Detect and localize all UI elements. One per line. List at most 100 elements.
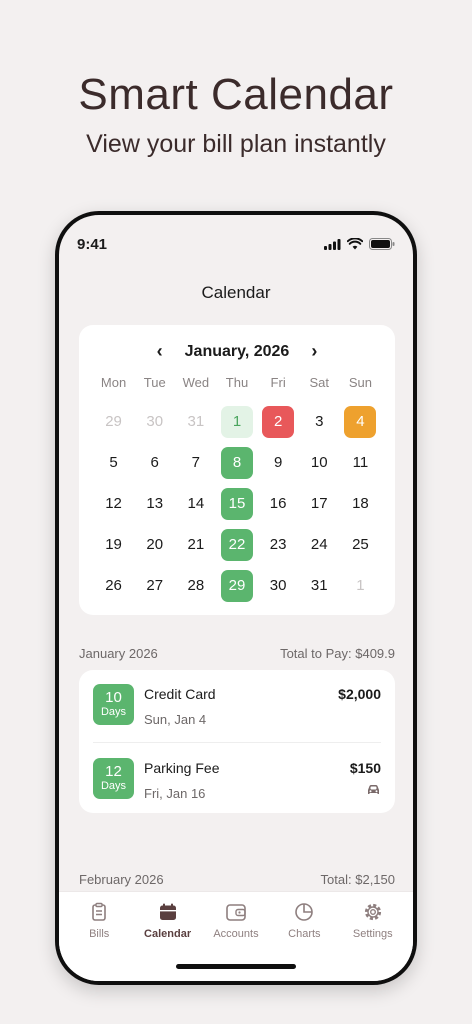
tab-settings[interactable]: Settings: [342, 902, 404, 940]
tab-calendar[interactable]: Calendar: [137, 902, 199, 940]
calendar-day[interactable]: 2: [258, 401, 299, 442]
day-number: 20: [146, 536, 164, 553]
day-number: 16: [269, 495, 287, 512]
chevron-left-icon[interactable]: ‹: [157, 341, 163, 362]
day-number: 29: [220, 569, 253, 602]
home-indicator: [176, 964, 296, 969]
hero-subtitle: View your bill plan instantly: [86, 130, 386, 158]
tab-accounts[interactable]: Accounts: [205, 902, 267, 940]
section-total: Total to Pay: $409.9: [280, 646, 395, 661]
calendar-day[interactable]: 16: [258, 483, 299, 524]
calendar-day[interactable]: 19: [93, 524, 134, 565]
chevron-right-icon[interactable]: ›: [311, 341, 317, 362]
day-number: 21: [187, 536, 205, 553]
gear-icon: [364, 903, 381, 921]
day-number: 29: [105, 413, 122, 430]
day-number: 17: [310, 495, 328, 512]
calendar-day[interactable]: 31: [299, 565, 340, 606]
tab-bills[interactable]: Bills: [68, 902, 130, 940]
calendar-day[interactable]: 1: [216, 401, 257, 442]
day-number: 31: [187, 413, 205, 430]
status-time: 9:41: [77, 235, 108, 253]
calendar-day[interactable]: 30: [134, 401, 175, 442]
calendar-day[interactable]: 23: [258, 524, 299, 565]
hero-title: Smart Calendar: [78, 70, 394, 119]
calendar-day[interactable]: 21: [175, 524, 216, 565]
section-total: Total: $2,150: [320, 872, 395, 887]
tab-label: Accounts: [213, 928, 259, 940]
day-number: 13: [146, 495, 164, 512]
calendar-day[interactable]: 6: [134, 442, 175, 483]
calendar-day[interactable]: 30: [258, 565, 299, 606]
calendar-grid: 29 30 31 1 2 3 4 5 6 7 8 9 10 11 12 13 14 15 16 17 18 19 20 21 2…: [93, 401, 381, 606]
calendar-day[interactable]: 7: [175, 442, 216, 483]
calendar-day[interactable]: 20: [134, 524, 175, 565]
day-number: 18: [352, 495, 369, 512]
calendar-day[interactable]: 1: [340, 565, 381, 606]
day-number: 1: [356, 577, 365, 594]
bill-date: Fri, Jan 16: [144, 786, 206, 801]
section-header-february: February 2026 Total: $2,150: [79, 872, 395, 887]
calendar-day[interactable]: 9: [258, 442, 299, 483]
calendar-day[interactable]: 10: [299, 442, 340, 483]
day-number: 10: [310, 454, 328, 471]
bill-item[interactable]: 10 Days Credit Card Sun, Jan 4 $2,000: [93, 684, 381, 746]
calendar-day[interactable]: 17: [299, 483, 340, 524]
status-bar: 9:41: [77, 233, 395, 255]
calendar-day[interactable]: 22: [216, 524, 257, 565]
month-selector: ‹ January, 2026 ›: [79, 341, 395, 362]
page-title: Calendar: [201, 283, 271, 302]
calendar-day[interactable]: 15: [216, 483, 257, 524]
tab-label: Bills: [89, 928, 110, 940]
calendar-icon: [159, 903, 176, 920]
tab-bar: Bills Calendar Accounts Charts Settings: [59, 891, 413, 981]
day-number: 15: [220, 487, 253, 520]
day-number: 7: [191, 454, 201, 471]
month-label: January, 2026: [184, 342, 290, 360]
bill-amount: $2,000: [338, 686, 381, 702]
day-number: 28: [187, 577, 205, 594]
divider: [93, 742, 381, 743]
day-number: 1: [220, 405, 253, 438]
bill-item[interactable]: 12 Days Parking Fee Fri, Jan 16 $150: [93, 758, 381, 820]
day-number: 24: [310, 536, 328, 553]
wifi-icon: [347, 238, 363, 250]
calendar-day[interactable]: 8: [216, 442, 257, 483]
day-number: 11: [352, 454, 369, 471]
pie-chart-icon: [295, 903, 314, 921]
calendar-day[interactable]: 29: [216, 565, 257, 606]
section-label: February 2026: [79, 872, 164, 887]
tab-label: Calendar: [144, 928, 192, 940]
calendar-day[interactable]: 11: [340, 442, 381, 483]
days-badge: 12 Days: [93, 758, 134, 799]
section-label: January 2026: [79, 646, 158, 661]
day-number: 2: [262, 405, 295, 438]
day-number: 8: [220, 446, 253, 479]
calendar-day[interactable]: 5: [93, 442, 134, 483]
tab-charts[interactable]: Charts: [273, 902, 335, 940]
day-number: 31: [310, 577, 328, 594]
calendar-day[interactable]: 14: [175, 483, 216, 524]
battery-icon: [369, 238, 395, 250]
day-number: 14: [187, 495, 205, 512]
calendar-day[interactable]: 18: [340, 483, 381, 524]
calendar-day[interactable]: 25: [340, 524, 381, 565]
bill-date: Sun, Jan 4: [144, 712, 207, 727]
calendar-day[interactable]: 4: [340, 401, 381, 442]
day-number: 9: [273, 454, 283, 471]
calendar-day[interactable]: 24: [299, 524, 340, 565]
day-number: 25: [352, 536, 369, 553]
weekday-label: Wed: [182, 375, 210, 390]
calendar-day[interactable]: 13: [134, 483, 175, 524]
calendar-day[interactable]: 28: [175, 565, 216, 606]
calendar-day[interactable]: 26: [93, 565, 134, 606]
calendar-day[interactable]: 29: [93, 401, 134, 442]
day-number: 30: [146, 413, 164, 430]
day-number: 30: [269, 577, 287, 594]
calendar-day[interactable]: 3: [299, 401, 340, 442]
calendar-day[interactable]: 12: [93, 483, 134, 524]
day-number: 23: [269, 536, 287, 553]
calendar-day[interactable]: 31: [175, 401, 216, 442]
bill-name: Credit Card: [144, 686, 216, 702]
calendar-day[interactable]: 27: [134, 565, 175, 606]
